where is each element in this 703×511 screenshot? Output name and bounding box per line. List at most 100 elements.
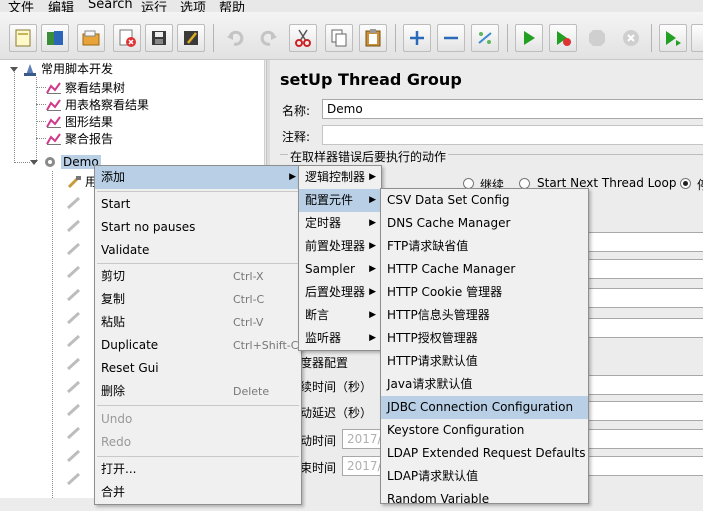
config-item-ldap-extended-defaults[interactable]: LDAP Extended Request Defaults — [381, 442, 588, 465]
tree-item-graph-results[interactable]: 图形结果 — [46, 113, 113, 130]
save-as-button[interactable] — [177, 24, 205, 52]
menu-item-merge[interactable]: 合并 — [95, 481, 301, 504]
thread-count-input[interactable] — [588, 232, 703, 252]
paste-button[interactable] — [359, 24, 387, 52]
menu-item-cut[interactable]: 剪切 Ctrl-X — [95, 265, 301, 288]
menu-item-delete[interactable]: 删除 Delete — [95, 380, 301, 403]
submenu-config-element[interactable]: 配置元件 ▶ — [299, 189, 381, 212]
config-item-http-cache-manager[interactable]: HTTP Cache Manager — [381, 258, 588, 281]
remote-start-button[interactable] — [659, 24, 687, 52]
stop-button[interactable] — [583, 24, 611, 52]
tree-item-view-results-tree[interactable]: 察看结果树 — [46, 79, 125, 96]
templates-button[interactable] — [41, 24, 69, 52]
expand-toggle-icon[interactable] — [30, 158, 38, 166]
config-item-http-header-manager[interactable]: HTTP信息头管理器 — [381, 304, 588, 327]
listener-icon — [46, 132, 61, 145]
config-item-http-request-defaults[interactable]: HTTP请求默认值 — [381, 350, 588, 373]
config-item-csv-data-set[interactable]: CSV Data Set Config — [381, 189, 588, 212]
undo-icon — [227, 30, 244, 46]
tree-item-demo[interactable]: Demo — [30, 153, 101, 170]
menu-item-paste[interactable]: 粘贴 Ctrl-V — [95, 311, 301, 334]
save-button[interactable] — [145, 24, 173, 52]
name-input[interactable]: Demo — [322, 99, 703, 119]
duration-input[interactable] — [588, 375, 703, 395]
shutdown-button[interactable] — [617, 24, 645, 52]
config-item-ftp-defaults[interactable]: FTP请求缺省值 — [381, 235, 588, 258]
new-button[interactable] — [9, 24, 37, 52]
config-item-ldap-defaults[interactable]: LDAP请求默认值 — [381, 465, 588, 488]
config-item-java-request-defaults[interactable]: Java请求默认值 — [381, 373, 588, 396]
shortcut-label: Ctrl+Shift-C — [233, 339, 299, 352]
remote-start-all-button[interactable] — [691, 24, 703, 52]
tree-item-label: 用表格察看结果 — [65, 98, 150, 112]
menu-item-duplicate[interactable]: Duplicate Ctrl+Shift-C — [95, 334, 301, 357]
menu-options[interactable]: 选项 — [180, 0, 206, 12]
option-field[interactable] — [588, 318, 703, 338]
submenu-logic-controller[interactable]: 逻辑控制器 ▶ — [299, 166, 381, 189]
menu-item-add[interactable]: 添加 ▶ — [95, 166, 301, 189]
scheduler-config-title: 度器配置 — [300, 356, 349, 370]
menu-item-start-no-pauses[interactable]: Start no pauses — [95, 216, 301, 239]
submenu-assertion[interactable]: 断言 ▶ — [299, 304, 381, 327]
startup-delay-input[interactable] — [588, 401, 703, 421]
menu-edit[interactable]: 编辑 — [48, 0, 74, 12]
config-item-dns-cache-manager[interactable]: DNS Cache Manager — [381, 212, 588, 235]
submenu-arrow-icon: ▶ — [369, 172, 376, 182]
collapse-all-button[interactable] — [437, 24, 465, 52]
loop-count-input[interactable] — [588, 288, 703, 308]
expand-all-button[interactable] — [403, 24, 431, 52]
menu-item-label: 删除 — [101, 384, 126, 398]
menu-run[interactable]: 运行 — [141, 0, 167, 12]
submenu-arrow-icon: ▶ — [369, 195, 376, 205]
submenu-pre-processor[interactable]: 前置处理器 ▶ — [299, 235, 381, 258]
cut-button[interactable] — [289, 24, 317, 52]
open-button[interactable] — [77, 24, 105, 52]
startup-delay-label: 动延迟（秒） — [300, 406, 373, 420]
undo-button[interactable] — [221, 24, 249, 52]
tree-item-table-results[interactable]: 用表格察看结果 — [46, 96, 149, 113]
faded-tree-items — [66, 196, 82, 499]
config-item-http-auth-manager[interactable]: HTTP授权管理器 — [381, 327, 588, 350]
menu-item-redo[interactable]: Redo — [95, 431, 301, 454]
menu-item-copy[interactable]: 复制 Ctrl-C — [95, 288, 301, 311]
tree-root-label: 常用脚本开发 — [41, 62, 114, 76]
plus-icon — [410, 31, 424, 45]
config-item-random-variable[interactable]: Random Variable — [381, 488, 588, 511]
redo-button[interactable] — [255, 24, 283, 52]
ramp-up-input[interactable] — [588, 259, 703, 279]
config-item-keystore[interactable]: Keystore Configuration — [381, 419, 588, 442]
redo-icon — [260, 30, 277, 46]
submenu-sampler[interactable]: Sampler ▶ — [299, 258, 381, 281]
menu-item-open[interactable]: 打开... — [95, 458, 301, 481]
tree-item-child[interactable]: 用 — [66, 173, 97, 190]
templates-icon — [47, 31, 63, 45]
tree-item-label: 聚合报告 — [65, 132, 114, 146]
menu-item-undo[interactable]: Undo — [95, 408, 301, 431]
config-item-jdbc-connection[interactable]: JDBC Connection Configuration — [381, 396, 588, 419]
menu-search[interactable]: Search — [88, 0, 133, 12]
start-button[interactable] — [515, 24, 543, 52]
comment-input[interactable] — [322, 125, 703, 145]
submenu-listener[interactable]: 监听器 ▶ — [299, 327, 381, 350]
toggle-button[interactable] — [471, 24, 499, 52]
copy-button[interactable] — [325, 24, 353, 52]
menu-item-start[interactable]: Start — [95, 193, 301, 216]
config-element-submenu: CSV Data Set Config DNS Cache Manager FT… — [380, 188, 589, 506]
start-no-pauses-button[interactable] — [549, 24, 577, 52]
menu-item-label: Validate — [101, 243, 150, 257]
tree-root[interactable]: 常用脚本开发 — [10, 60, 113, 77]
submenu-post-processor[interactable]: 后置处理器 ▶ — [299, 281, 381, 304]
shortcut-label: Ctrl-V — [233, 316, 264, 329]
radio-stop-thread[interactable] — [680, 178, 691, 189]
tree-item-aggregate-report[interactable]: 聚合报告 — [46, 130, 113, 147]
expand-toggle-icon[interactable] — [10, 65, 18, 73]
menu-file[interactable]: 文件 — [8, 0, 34, 12]
menu-item-validate[interactable]: Validate — [95, 239, 301, 262]
submenu-timer[interactable]: 定时器 ▶ — [299, 212, 381, 235]
config-item-http-cookie-manager[interactable]: HTTP Cookie 管理器 — [381, 281, 588, 304]
name-label: 名称: — [282, 104, 311, 118]
menu-item-label: Undo — [101, 412, 133, 426]
menu-item-reset-gui[interactable]: Reset Gui — [95, 357, 301, 380]
close-button[interactable] — [113, 24, 141, 52]
menu-help[interactable]: 帮助 — [219, 0, 245, 12]
